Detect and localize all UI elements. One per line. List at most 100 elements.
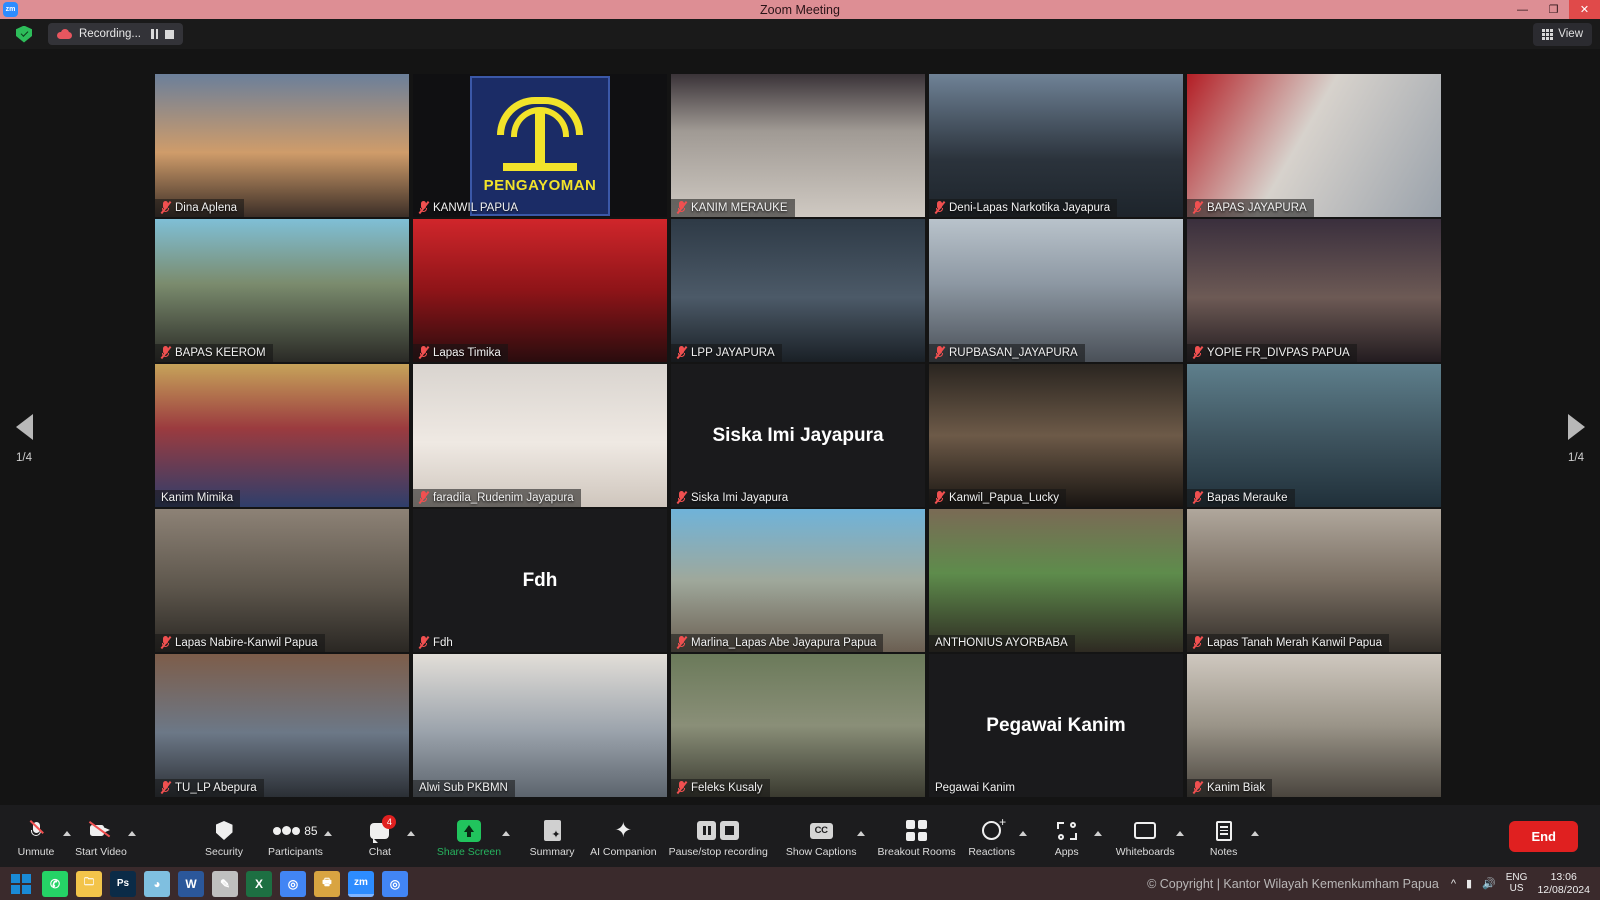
participant-tile[interactable]: Marlina_Lapas Abe Jayapura Papua bbox=[671, 509, 925, 652]
taskbar-excel[interactable]: X bbox=[246, 870, 272, 897]
participant-name-label: Lapas Tanah Merah Kanwil Papua bbox=[1207, 636, 1382, 649]
system-tray: ^ ▮ 🔊 ENG US 13:06 12/08/2024 bbox=[1451, 871, 1600, 895]
participant-tile[interactable]: TU_LP Abepura bbox=[155, 654, 409, 797]
participant-name-label: Deni-Lapas Narkotika Jayapura bbox=[949, 201, 1111, 214]
participant-tile[interactable]: RUPBASAN_JAYAPURA bbox=[929, 219, 1183, 362]
chat-icon: 4 bbox=[370, 814, 397, 843]
shield-check-icon[interactable] bbox=[16, 25, 32, 43]
taskbar-file-explorer[interactable]: 🗀 bbox=[76, 870, 102, 897]
chevron-up-icon[interactable] bbox=[1250, 815, 1263, 836]
participant-tile[interactable]: BAPAS KEEROM bbox=[155, 219, 409, 362]
taskbar-whatsapp[interactable]: ✆ bbox=[42, 870, 68, 897]
taskbar-photoshop[interactable]: Ps bbox=[110, 870, 136, 897]
participant-name-bar: Fdh bbox=[413, 634, 460, 652]
participant-tile[interactable]: faradila_Rudenim Jayapura bbox=[413, 364, 667, 507]
participant-tile[interactable]: Dina Aplena bbox=[155, 74, 409, 217]
toolbar-show-captions-button[interactable]: CC Show Captions bbox=[786, 815, 856, 858]
end-meeting-button[interactable]: End bbox=[1509, 820, 1578, 852]
whiteboard-icon bbox=[1134, 819, 1157, 843]
participant-tile[interactable]: Alwi Sub PKBMN bbox=[413, 654, 667, 797]
participant-tile[interactable]: Kanwil_Papua_Lucky bbox=[929, 364, 1183, 507]
microphone-muted-icon bbox=[676, 346, 688, 359]
toolbar-share-screen-button[interactable]: Share Screen bbox=[437, 815, 501, 858]
tray-network-icon[interactable]: ▮ bbox=[1466, 877, 1472, 890]
minimize-button[interactable]: — bbox=[1507, 0, 1538, 19]
taskbar-media-player[interactable]: ◕ bbox=[144, 870, 170, 897]
participant-tile[interactable]: Siska Imi Jayapura Siska Imi Jayapura bbox=[671, 364, 925, 507]
toolbar-ai-companion-button[interactable]: ✦ AI Companion bbox=[590, 815, 657, 858]
participant-tile[interactable]: Bapas Merauke bbox=[1187, 364, 1441, 507]
close-button[interactable]: ✕ bbox=[1569, 0, 1600, 19]
toolbar-whiteboards-button[interactable]: Whiteboards bbox=[1116, 815, 1175, 858]
toolbar-summary-button[interactable]: Summary bbox=[526, 815, 578, 858]
participant-display-name: Siska Imi Jayapura bbox=[712, 424, 884, 446]
chevron-up-icon[interactable] bbox=[1018, 815, 1031, 836]
toolbar-start-video-button[interactable]: Start Video bbox=[75, 815, 127, 858]
toolbar-participants-button[interactable]: 85 Participants bbox=[268, 815, 323, 858]
participant-tile[interactable]: Feleks Kusaly bbox=[671, 654, 925, 797]
participant-video bbox=[671, 74, 925, 217]
participant-name-label: ANTHONIUS AYORBABA bbox=[935, 637, 1068, 649]
chevron-up-icon[interactable] bbox=[127, 815, 140, 836]
toolbar-breakout-rooms-button[interactable]: Breakout Rooms bbox=[877, 815, 956, 858]
taskbar-chrome[interactable]: ◎ bbox=[280, 870, 306, 897]
participant-tile[interactable]: Fdh Fdh bbox=[413, 509, 667, 652]
participant-tile[interactable]: Lapas Tanah Merah Kanwil Papua bbox=[1187, 509, 1441, 652]
taskbar-zoom[interactable]: zm bbox=[348, 870, 374, 897]
toolbar-apps-button[interactable]: Apps bbox=[1041, 815, 1093, 858]
toolbar-security-button[interactable]: Security bbox=[198, 815, 250, 858]
taskbar-clock[interactable]: 13:06 12/08/2024 bbox=[1537, 871, 1590, 895]
participant-tile[interactable]: Kanim Biak bbox=[1187, 654, 1441, 797]
prev-page-button[interactable] bbox=[0, 49, 48, 805]
participant-tile[interactable]: ANTHONIUS AYORBABA bbox=[929, 509, 1183, 652]
cloud-recording-icon bbox=[57, 29, 72, 39]
toolbar-unmute-button[interactable]: Unmute bbox=[10, 815, 62, 858]
toolbar-reactions-button[interactable]: Reactions bbox=[966, 815, 1018, 858]
participant-name-bar: BAPAS JAYAPURA bbox=[1187, 199, 1314, 217]
microphone-muted-icon bbox=[418, 636, 430, 649]
view-button[interactable]: View bbox=[1533, 22, 1592, 46]
participant-tile[interactable]: BAPAS JAYAPURA bbox=[1187, 74, 1441, 217]
participant-tile[interactable]: Lapas Nabire-Kanwil Papua bbox=[155, 509, 409, 652]
participant-tile[interactable]: KANIM MERAUKE bbox=[671, 74, 925, 217]
participant-tile[interactable]: Kanim Mimika bbox=[155, 364, 409, 507]
chevron-up-icon[interactable] bbox=[406, 815, 419, 836]
microphone-muted-icon bbox=[1192, 781, 1204, 794]
chevron-up-icon[interactable] bbox=[1175, 815, 1188, 836]
toolbar-notes-button[interactable]: Notes bbox=[1198, 815, 1250, 858]
participant-tile[interactable]: YOPIE FR_DIVPAS PAPUA bbox=[1187, 219, 1441, 362]
toolbar-pause-stop-recording-button[interactable]: Pause/stop recording bbox=[669, 815, 768, 858]
participant-tile[interactable]: Lapas Timika bbox=[413, 219, 667, 362]
taskbar-word[interactable]: W bbox=[178, 870, 204, 897]
tray-chevron-icon[interactable]: ^ bbox=[1451, 878, 1456, 890]
participant-name-bar: KANIM MERAUKE bbox=[671, 199, 795, 217]
next-page-button[interactable] bbox=[1552, 49, 1600, 805]
toolbar-item-label: Unmute bbox=[17, 845, 55, 858]
chevron-up-icon[interactable] bbox=[501, 815, 514, 836]
participant-video bbox=[155, 654, 409, 797]
chevron-up-icon[interactable] bbox=[323, 815, 336, 836]
participant-tile[interactable]: Pegawai Kanim Pegawai Kanim bbox=[929, 654, 1183, 797]
taskbar-chrome-window[interactable]: ◎ bbox=[382, 870, 408, 897]
ai-sparkle-icon: ✦ bbox=[614, 819, 633, 842]
taskbar-pen-tool[interactable]: ✎ bbox=[212, 870, 238, 897]
microphone-muted-icon bbox=[418, 491, 430, 504]
participant-tile[interactable]: Deni-Lapas Narkotika Jayapura bbox=[929, 74, 1183, 217]
participant-tile[interactable]: PENGAYOMAN KANWIL PAPUA bbox=[413, 74, 667, 217]
taskbar-start-button[interactable] bbox=[8, 871, 34, 897]
chevron-up-icon[interactable] bbox=[1093, 815, 1106, 836]
clock-time: 13:06 bbox=[1550, 871, 1577, 884]
recording-indicator: Recording... bbox=[48, 23, 184, 45]
chevron-up-icon[interactable] bbox=[62, 815, 75, 836]
pause-icon[interactable] bbox=[151, 29, 159, 39]
tray-volume-icon[interactable]: 🔊 bbox=[1482, 877, 1496, 890]
taskbar-printer[interactable]: 🖶 bbox=[314, 870, 340, 897]
stop-icon[interactable] bbox=[165, 29, 175, 39]
maximize-button[interactable]: ❐ bbox=[1538, 0, 1569, 19]
language-indicator[interactable]: ENG US bbox=[1506, 872, 1528, 894]
participant-name-bar: Kanim Biak bbox=[1187, 779, 1273, 797]
toolbar-chat-button[interactable]: 4 Chat bbox=[354, 814, 406, 858]
participant-tile[interactable]: LPP JAYAPURA bbox=[671, 219, 925, 362]
microphone-muted-icon bbox=[676, 781, 688, 794]
chevron-up-icon[interactable] bbox=[856, 815, 869, 836]
